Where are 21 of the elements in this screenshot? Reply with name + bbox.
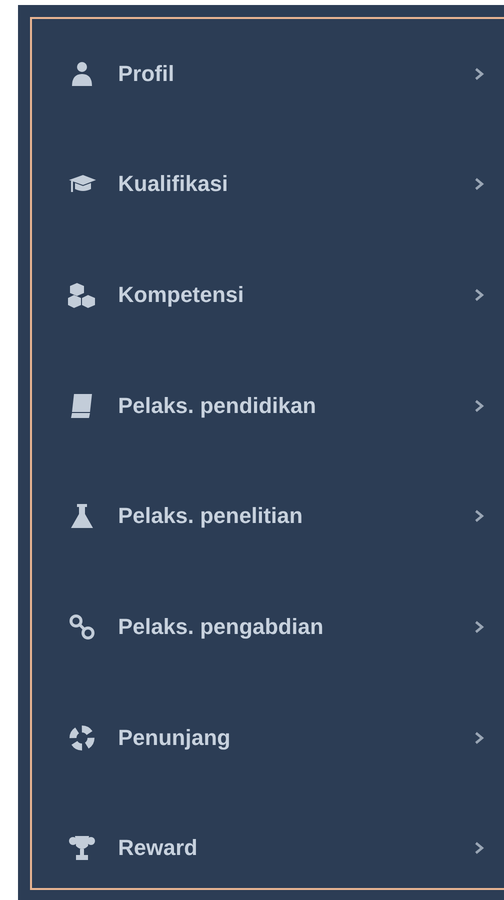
chevron-icon — [474, 841, 484, 856]
chevron-icon — [474, 288, 484, 302]
chevron-icon — [474, 730, 484, 745]
menu-item[interactable]: Pelaks. penelitian — [68, 476, 504, 556]
menu-item[interactable]: Kompetensi — [68, 255, 504, 335]
menu-item[interactable]: Profil — [68, 34, 504, 114]
chevron-icon — [474, 509, 484, 524]
trophy-icon — [68, 834, 96, 862]
cubes-icon — [68, 281, 96, 310]
menu-item[interactable]: Kualifikasi — [68, 144, 504, 224]
link-icon — [68, 612, 96, 641]
menu-item[interactable]: Reward — [68, 808, 504, 888]
life-ring-icon — [68, 724, 96, 752]
menu-item[interactable]: Penunjang — [68, 698, 504, 778]
chevron-icon — [474, 66, 484, 81]
menu-item[interactable]: Pelaks. pendidikan — [68, 366, 504, 446]
flask-icon — [68, 502, 96, 530]
menu-item[interactable]: Pelaks. pengabdian — [68, 587, 504, 667]
chevron-icon — [474, 177, 484, 192]
chevron-icon — [474, 398, 484, 413]
chevron-icon — [474, 620, 484, 634]
